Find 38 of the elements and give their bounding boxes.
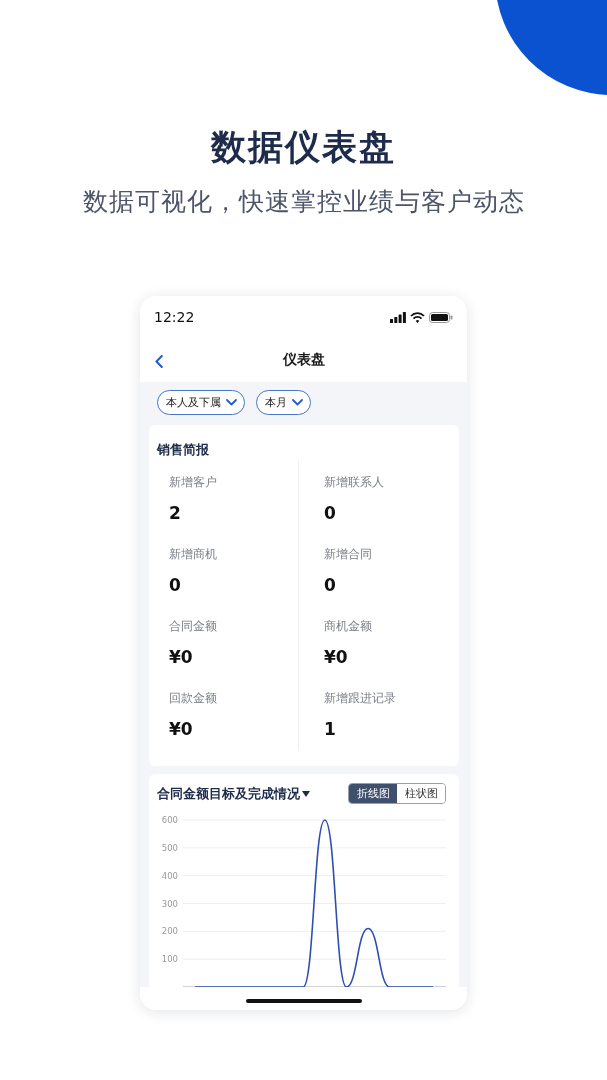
- stat-value: ¥0: [324, 646, 348, 668]
- stat-label: 合同金额: [169, 618, 217, 634]
- stat-label: 新增联系人: [324, 474, 384, 490]
- stat-label: 新增客户: [169, 474, 217, 490]
- nav-title: 仪表盘: [282, 351, 325, 369]
- page-subtitle: 数据可视化，快速掌控业绩与客户动态: [82, 186, 525, 218]
- stat-value: 2: [169, 502, 181, 524]
- stat-label: 新增跟进记录: [324, 690, 396, 706]
- page-title: 数据仪表盘: [211, 126, 396, 169]
- card-title: 销售简报: [157, 442, 209, 458]
- y-axis-label: 300: [161, 898, 178, 909]
- y-axis-label: 600: [161, 815, 178, 825]
- y-axis-label: 200: [161, 926, 178, 937]
- view-tab[interactable]: 折线图: [349, 784, 397, 803]
- chevron-down-icon: [226, 399, 237, 406]
- stat-value: 0: [324, 574, 336, 596]
- chevron-down-icon: [292, 399, 303, 406]
- wifi-icon: [410, 311, 425, 323]
- stat-value: 0: [324, 502, 336, 524]
- y-axis-label: 400: [161, 870, 178, 881]
- back-icon[interactable]: [155, 355, 163, 368]
- stat-value: 0: [169, 574, 181, 596]
- stat-label: 回款金额: [169, 690, 217, 706]
- stat-label: 新增商机: [169, 546, 217, 562]
- signal-icon: [390, 311, 406, 323]
- stat-label: 商机金额: [324, 618, 372, 634]
- stat-value: 1: [324, 718, 336, 740]
- battery-icon: [429, 311, 453, 323]
- y-axis-label: 500: [161, 842, 178, 853]
- filter-dropdown[interactable]: 本人及下属: [157, 390, 245, 415]
- status-time: 12:22: [154, 309, 195, 325]
- stat-label: 新增合同: [324, 546, 372, 562]
- stat-value: ¥0: [169, 646, 193, 668]
- caret-icon[interactable]: [302, 790, 310, 797]
- stat-value: ¥0: [169, 718, 193, 740]
- chart-title: 合同金额目标及完成情况: [157, 785, 300, 802]
- y-axis-label: 100: [161, 954, 178, 965]
- filter-dropdown[interactable]: 本月: [256, 390, 311, 415]
